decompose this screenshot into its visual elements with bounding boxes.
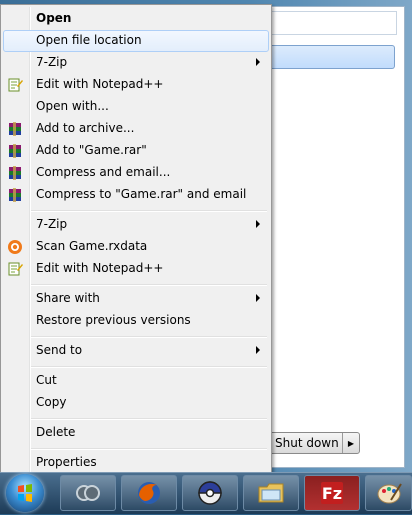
menu-item-compress-to-game-rar-email[interactable]: Compress to "Game.rar" and email (3, 184, 269, 206)
app-icon (76, 485, 100, 501)
windows-start-icon[interactable] (6, 474, 44, 512)
submenu-arrow-icon (256, 346, 260, 354)
menu-item-copy[interactable]: Copy (3, 392, 269, 414)
menu-separator (31, 418, 267, 420)
taskbar-app-button[interactable] (60, 475, 116, 511)
menu-item-7zip[interactable]: 7-Zip (3, 52, 269, 74)
taskbar-paint-button[interactable] (365, 475, 412, 511)
menu-separator (31, 336, 267, 338)
menu-item-label: Send to (36, 343, 83, 357)
menu-item-add-to-game-rar[interactable]: Add to "Game.rar" (3, 140, 269, 162)
context-menu: Open Open file location 7-Zip Edit with … (0, 4, 272, 475)
taskbar: Fz (0, 472, 412, 514)
pokeball-icon (198, 481, 222, 505)
menu-item-scan[interactable]: Scan Game.rxdata (3, 236, 269, 258)
menu-item-properties[interactable]: Properties (3, 452, 269, 474)
windows-logo-icon (18, 484, 32, 502)
menu-item-label: Delete (36, 425, 76, 439)
menu-item-add-to-archive[interactable]: Add to archive... (3, 118, 269, 140)
avast-icon (8, 240, 22, 254)
menu-item-label: Add to "Game.rar" (36, 143, 147, 157)
menu-item-label: Copy (36, 395, 67, 409)
svg-text:Fz: Fz (322, 484, 342, 503)
notepadpp-icon (8, 262, 23, 276)
shutdown-label: Shut down (275, 436, 339, 450)
menu-item-open[interactable]: Open (3, 8, 269, 30)
menu-item-label: Open with... (36, 99, 109, 113)
start-menu-right-item-highlighted[interactable] (268, 45, 395, 69)
file-explorer-icon (258, 483, 284, 503)
start-menu-right-pane (268, 6, 405, 468)
winrar-icon (9, 166, 21, 180)
menu-item-label: Edit with Notepad++ (36, 77, 164, 91)
filezilla-icon: Fz (321, 482, 343, 504)
menu-item-send-to[interactable]: Send to (3, 340, 269, 362)
start-menu-right-item[interactable] (268, 11, 397, 35)
menu-separator (31, 210, 267, 212)
menu-item-delete[interactable]: Delete (3, 422, 269, 444)
winrar-icon (9, 122, 21, 136)
menu-item-share-with[interactable]: Share with (3, 288, 269, 310)
winrar-icon (9, 144, 21, 158)
submenu-arrow-icon (256, 58, 260, 66)
firefox-icon (138, 482, 160, 504)
menu-separator (31, 284, 267, 286)
submenu-arrow-icon (256, 220, 260, 228)
menu-item-restore-previous-versions[interactable]: Restore previous versions (3, 310, 269, 332)
menu-separator (31, 366, 267, 368)
submenu-arrow-icon (256, 294, 260, 302)
menu-item-edit-notepadpp[interactable]: Edit with Notepad++ (3, 74, 269, 96)
shutdown-button[interactable]: Shut down ▶ (266, 432, 360, 454)
menu-item-cut[interactable]: Cut (3, 370, 269, 392)
shutdown-options-arrow-icon[interactable]: ▶ (342, 433, 359, 453)
menu-item-label: Edit with Notepad++ (36, 261, 164, 275)
menu-item-7zip-2[interactable]: 7-Zip (3, 214, 269, 236)
menu-item-label: Open (36, 11, 72, 25)
menu-item-open-with[interactable]: Open with... (3, 96, 269, 118)
menu-item-label: Compress and email... (36, 165, 171, 179)
menu-item-label: Open file location (36, 33, 142, 47)
menu-item-label: Cut (36, 373, 57, 387)
menu-item-edit-notepadpp-2[interactable]: Edit with Notepad++ (3, 258, 269, 280)
menu-item-open-file-location[interactable]: Open file location (3, 30, 269, 52)
menu-separator (31, 448, 267, 450)
notepadpp-icon (8, 78, 23, 92)
menu-item-label: Restore previous versions (36, 313, 191, 327)
paint-icon (377, 483, 402, 504)
menu-item-compress-and-email[interactable]: Compress and email... (3, 162, 269, 184)
menu-item-label: 7-Zip (36, 217, 68, 231)
taskbar-pokeball-button[interactable] (182, 475, 238, 511)
menu-item-label: Add to archive... (36, 121, 135, 135)
taskbar-firefox-button[interactable] (121, 475, 177, 511)
taskbar-explorer-button[interactable] (243, 475, 299, 511)
menu-item-label: Scan Game.rxdata (36, 239, 148, 253)
menu-item-label: Compress to "Game.rar" and email (36, 187, 247, 201)
menu-item-label: Properties (36, 455, 97, 469)
menu-item-label: 7-Zip (36, 55, 68, 69)
taskbar-filezilla-button[interactable]: Fz (304, 475, 360, 511)
winrar-icon (9, 188, 21, 202)
menu-item-label: Share with (36, 291, 100, 305)
